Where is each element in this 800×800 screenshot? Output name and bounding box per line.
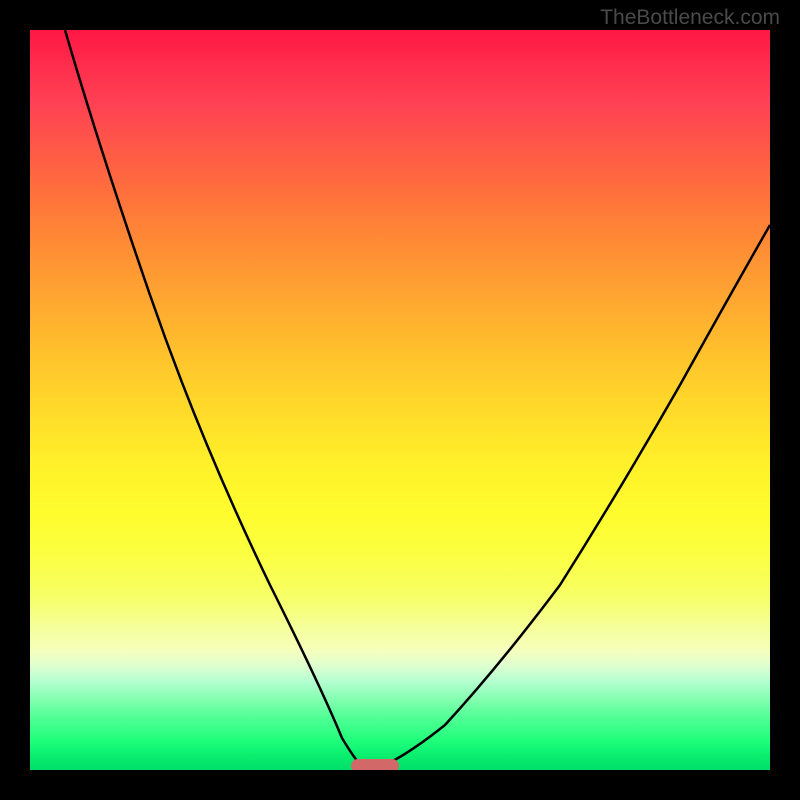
bottleneck-marker <box>351 759 399 770</box>
left-curve-path <box>65 30 360 764</box>
chart-container <box>30 30 770 770</box>
curve-svg <box>30 30 770 770</box>
watermark-text: TheBottleneck.com <box>600 6 780 30</box>
right-curve-path <box>380 225 770 767</box>
